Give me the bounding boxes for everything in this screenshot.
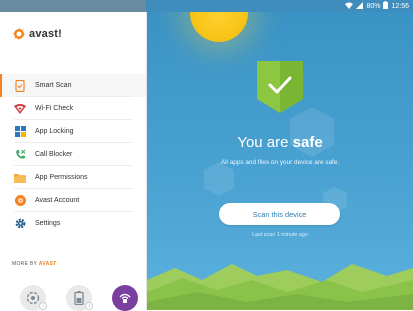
status-bar: 80% 12:56	[0, 0, 413, 12]
status-title-emphasis: safe	[292, 134, 323, 151]
folder-icon	[14, 172, 26, 184]
more-by-brand: AVAST	[38, 261, 57, 267]
more-by-prefix: MORE BY	[12, 261, 38, 267]
hexagon-decoration	[204, 162, 234, 196]
call-blocker-icon	[14, 149, 26, 161]
menu-item-settings[interactable]: Settings	[0, 212, 146, 235]
main-panel: You are safe All apps and files on your …	[147, 12, 413, 310]
smart-scan-icon	[14, 79, 26, 92]
more-by-heading: MORE BY AVAST	[12, 261, 57, 267]
wifi-check-icon	[14, 103, 26, 115]
menu-item-avast-account[interactable]: Avast Account	[0, 189, 146, 212]
avast-logo-text: avast!	[29, 28, 62, 40]
last-scan-text: Last scan 1 minute ago	[252, 232, 308, 238]
battery-saver-app-icon[interactable]: ↓	[66, 285, 93, 311]
battery-percent: 80%	[366, 2, 381, 10]
download-badge-icon: ↓	[39, 302, 47, 310]
clock: 12:56	[391, 2, 409, 10]
more-apps-row: ↓ ↓	[20, 285, 138, 311]
drawer-menu: Smart Scan Wi-Fi Check App Locking Call …	[0, 74, 146, 235]
hills-illustration	[147, 264, 413, 310]
secureline-app-icon[interactable]	[112, 285, 138, 311]
status-title-prefix: You are	[237, 134, 289, 151]
battery-icon	[383, 1, 389, 11]
menu-item-app-permissions[interactable]: App Permissions	[0, 166, 146, 189]
menu-label-avast-account: Avast Account	[35, 197, 80, 204]
status-title: You are safe	[147, 134, 413, 151]
sun-illustration	[190, 12, 248, 42]
scan-device-button[interactable]: Scan this device	[219, 203, 340, 225]
menu-label-call-blocker: Call Blocker	[35, 151, 73, 158]
menu-label-app-permissions: App Permissions	[35, 174, 88, 181]
menu-item-wifi-check[interactable]: Wi-Fi Check	[0, 97, 146, 120]
menu-label-settings: Settings	[35, 220, 61, 227]
avast-logo-icon	[12, 27, 26, 41]
status-subtitle: All apps and files on your device are sa…	[220, 159, 340, 166]
navigation-drawer: avast! Smart Scan Wi-Fi Check App Lockin…	[0, 12, 147, 311]
menu-item-call-blocker[interactable]: Call Blocker	[0, 143, 146, 166]
menu-item-app-locking[interactable]: App Locking	[0, 120, 146, 143]
app-locking-icon	[14, 126, 26, 138]
menu-item-smart-scan[interactable]: Smart Scan	[0, 74, 146, 97]
avast-account-icon	[14, 195, 26, 207]
menu-label-wifi-check: Wi-Fi Check	[35, 105, 74, 112]
cleanup-app-icon[interactable]: ↓	[20, 285, 47, 311]
wifi-icon	[345, 2, 354, 11]
gear-icon	[14, 218, 26, 230]
status-bar-left	[0, 0, 146, 12]
menu-label-smart-scan: Smart Scan	[35, 82, 72, 89]
signal-icon	[356, 1, 364, 11]
download-badge-icon: ↓	[85, 302, 93, 310]
status-icons: 80% 12:56	[345, 1, 409, 11]
menu-label-app-locking: App Locking	[35, 128, 74, 135]
shield-check-icon	[257, 61, 303, 113]
avast-logo: avast!	[12, 27, 62, 41]
